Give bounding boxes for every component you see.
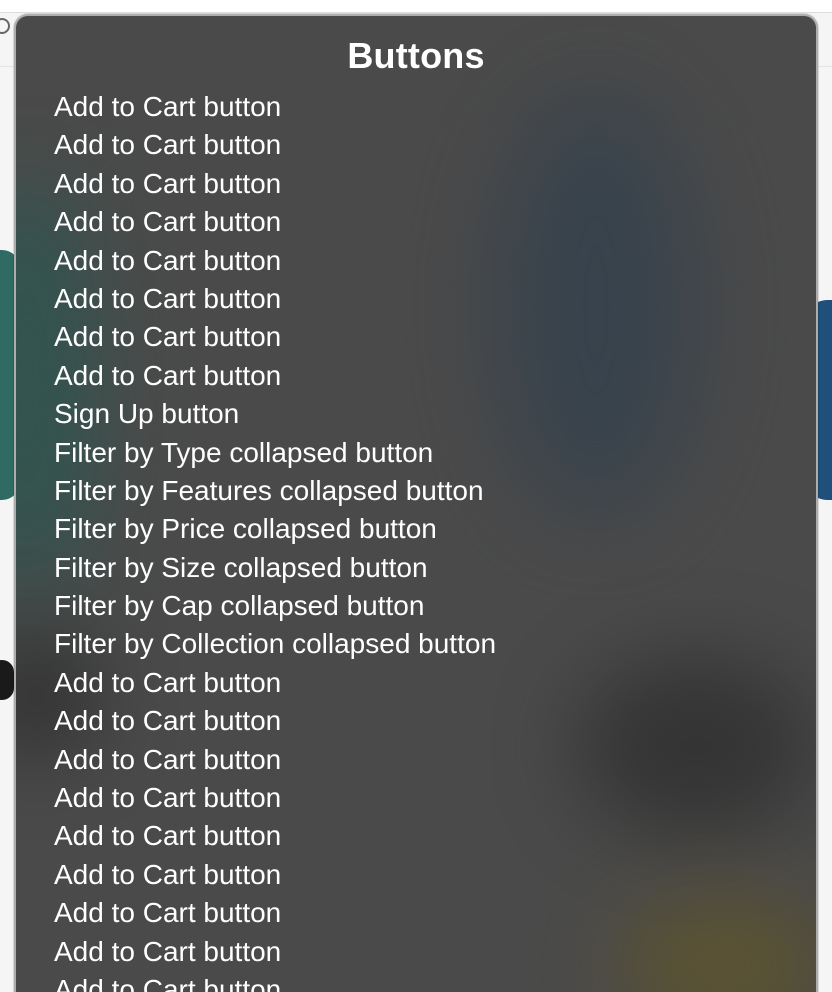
rotor-title: Buttons [347, 35, 485, 76]
rotor-item[interactable]: Add to Cart button [54, 779, 816, 817]
rotor-item[interactable]: Filter by Price collapsed button [54, 510, 816, 548]
background-product-image [0, 660, 14, 700]
rotor-item[interactable]: Filter by Type collapsed button [54, 434, 816, 472]
rotor-item[interactable]: Add to Cart button [54, 165, 816, 203]
background-ring-icon [0, 18, 10, 34]
rotor-item[interactable]: Add to Cart button [54, 856, 816, 894]
rotor-item[interactable]: Sign Up button [54, 395, 816, 433]
rotor-item[interactable]: Add to Cart button [54, 280, 816, 318]
rotor-item[interactable]: Add to Cart button [54, 318, 816, 356]
rotor-item[interactable]: Add to Cart button [54, 88, 816, 126]
rotor-item[interactable]: Add to Cart button [54, 702, 816, 740]
rotor-item[interactable]: Add to Cart button [54, 817, 816, 855]
rotor-item[interactable]: Add to Cart button [54, 126, 816, 164]
background-top-bar [0, 0, 832, 13]
rotor-item[interactable]: Add to Cart button [54, 203, 816, 241]
rotor-button-list: Add to Cart button Add to Cart button Ad… [16, 88, 816, 992]
rotor-item[interactable]: Filter by Collection collapsed button [54, 625, 816, 663]
rotor-item[interactable]: Add to Cart button [54, 741, 816, 779]
rotor-item[interactable]: Filter by Features collapsed button [54, 472, 816, 510]
rotor-item[interactable]: Filter by Cap collapsed button [54, 587, 816, 625]
rotor-item[interactable]: Add to Cart button [54, 242, 816, 280]
rotor-item[interactable]: Add to Cart button [54, 357, 816, 395]
voiceover-rotor-panel: Buttons Add to Cart button Add to Cart b… [14, 14, 818, 992]
rotor-item[interactable]: Add to Cart button [54, 933, 816, 971]
rotor-item[interactable]: Add to Cart button [54, 894, 816, 932]
rotor-item[interactable]: Add to Cart button [54, 664, 816, 702]
rotor-item[interactable]: Filter by Size collapsed button [54, 549, 816, 587]
rotor-item[interactable]: Add to Cart button [54, 971, 816, 992]
